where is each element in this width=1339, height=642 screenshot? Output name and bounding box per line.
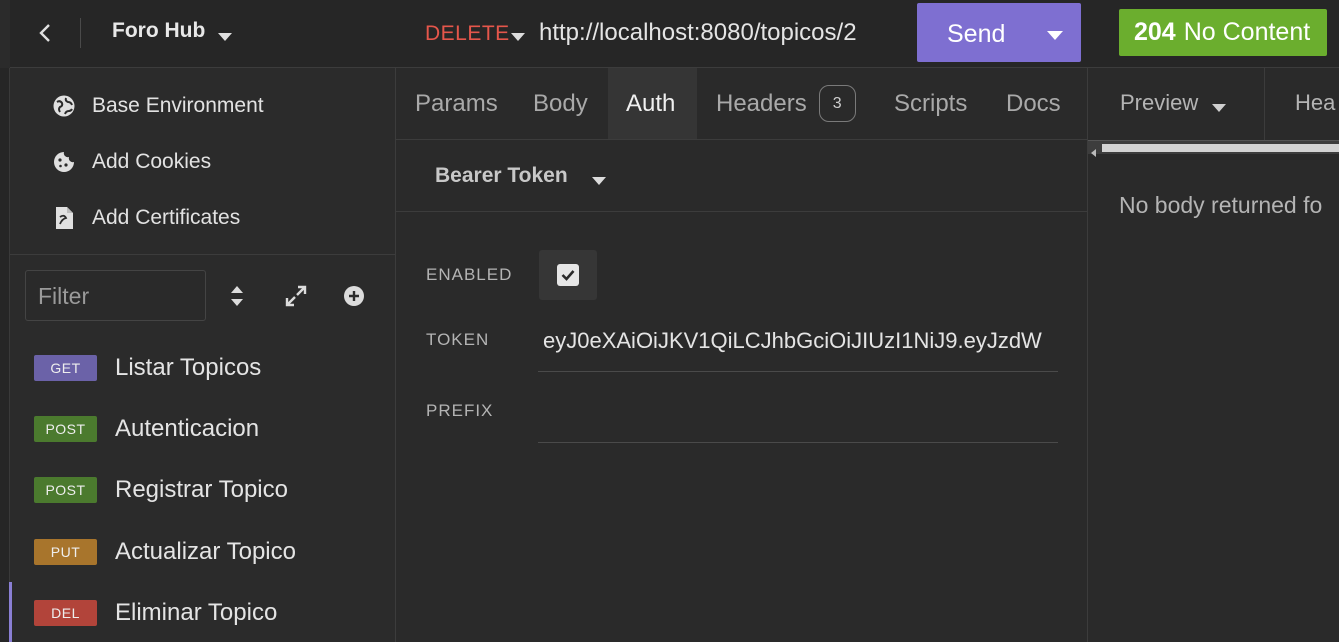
chevron-down-icon[interactable] (511, 29, 525, 47)
status-bar: 204 No Content (1088, 0, 1339, 68)
base-environment-item[interactable]: Base Environment (52, 91, 382, 121)
prefix-label: PREFIX (426, 401, 494, 420)
response-tabs: Preview Hea (1088, 68, 1339, 140)
request-tabs: Params Body Auth Headers 3 Scripts Docs (396, 68, 1088, 140)
sort-icon[interactable] (222, 281, 252, 311)
tab-auth[interactable]: Auth (608, 68, 697, 139)
status-text: No Content (1183, 18, 1311, 46)
request-pane: DELETE http://localhost:8080/topicos/2 S… (396, 0, 1088, 642)
tab-label: Params (415, 89, 498, 117)
base-environment-label: Base Environment (92, 94, 264, 117)
send-label: Send (947, 20, 1006, 48)
request-item-listar-topicos[interactable]: GET Listar Topicos (10, 343, 396, 393)
add-request-icon[interactable] (339, 281, 369, 311)
token-underline (538, 371, 1058, 372)
chevron-down-icon[interactable] (1212, 100, 1226, 118)
headers-count-badge: 3 (818, 85, 856, 122)
method-badge: POST (34, 416, 97, 442)
auth-type-selector[interactable]: Bearer Token (435, 164, 568, 188)
cookie-icon (52, 150, 76, 174)
sidebar-left-strip (0, 68, 10, 642)
tab-label: Body (533, 89, 588, 117)
add-cookies-label: Add Cookies (92, 150, 212, 173)
tab-label: Headers (716, 89, 807, 117)
chevron-down-icon[interactable] (218, 29, 232, 47)
response-tab-divider (1264, 68, 1265, 140)
request-name: Registrar Topico (115, 476, 288, 503)
chevron-down-icon[interactable] (1047, 28, 1063, 46)
send-button[interactable]: Send (917, 3, 1081, 62)
request-name: Eliminar Topico (115, 599, 278, 626)
request-item-eliminar-topico[interactable]: DEL Eliminar Topico (10, 588, 396, 638)
tab-headers[interactable]: Headers 3 (716, 68, 856, 139)
tab-label: Docs (1006, 89, 1061, 117)
chevron-down-icon[interactable] (592, 173, 606, 191)
status-badge: 204 No Content (1119, 9, 1327, 56)
method-badge: POST (34, 477, 97, 503)
auth-type-row: Bearer Token (396, 140, 1088, 212)
tab-label: Scripts (894, 89, 968, 117)
add-certificates-label: Add Certificates (92, 206, 241, 229)
add-cookies-item[interactable]: Add Cookies (52, 147, 382, 177)
empty-body-message: No body returned fo (1119, 192, 1323, 218)
enabled-checkbox[interactable] (539, 250, 597, 300)
sidebar-header: Foro Hub (10, 0, 396, 68)
tab-response-headers[interactable]: Hea (1295, 90, 1335, 116)
status-code: 204 (1134, 18, 1176, 46)
token-label: TOKEN (426, 330, 490, 349)
prefix-underline (538, 442, 1058, 443)
tab-docs[interactable]: Docs (1006, 68, 1061, 139)
method-selector[interactable]: DELETE (425, 22, 510, 46)
url-bar: DELETE http://localhost:8080/topicos/2 S… (396, 0, 1088, 68)
tab-params[interactable]: Params (415, 68, 498, 139)
sidebar-separator (10, 254, 396, 255)
request-item-registrar-topico[interactable]: POST Registrar Topico (10, 465, 396, 515)
response-pane: 204 No Content Preview Hea No body retur… (1088, 0, 1339, 642)
request-name: Autenticacion (115, 415, 260, 442)
filter-input[interactable]: Filter (25, 270, 206, 321)
active-request-indicator (9, 582, 12, 642)
tab-scripts[interactable]: Scripts (894, 68, 967, 139)
check-icon (557, 264, 579, 286)
method-badge: PUT (34, 539, 97, 565)
request-item-autenticacion[interactable]: POST Autenticacion (10, 404, 396, 454)
horizontal-scrollbar[interactable] (1088, 140, 1339, 157)
certificate-icon (52, 206, 76, 230)
sidebar: Foro Hub Base Environment Add Cookies Ad… (0, 0, 396, 642)
chevron-left-icon[interactable] (30, 18, 60, 48)
workspace-title[interactable]: Foro Hub (112, 19, 205, 43)
expand-icon[interactable] (281, 281, 311, 311)
tab-preview[interactable]: Preview (1120, 90, 1198, 116)
url-input[interactable]: http://localhost:8080/topicos/2 (539, 19, 857, 47)
token-input[interactable]: eyJ0eXAiOiJKV1QiLCJhbGciOiJIUzI1NiJ9.eyJ… (543, 328, 1058, 354)
method-badge: GET (34, 355, 97, 381)
request-name: Listar Topicos (115, 354, 262, 381)
scroll-left-icon[interactable] (1090, 144, 1098, 162)
method-badge: DEL (34, 600, 97, 626)
prefix-input[interactable] (543, 398, 1058, 438)
request-item-actualizar-topico[interactable]: PUT Actualizar Topico (10, 527, 396, 577)
globe-icon (52, 94, 76, 118)
scrollbar-thumb[interactable] (1102, 144, 1339, 152)
enabled-label: ENABLED (426, 265, 513, 284)
add-certificates-item[interactable]: Add Certificates (52, 203, 382, 233)
tab-label: Auth (626, 89, 676, 117)
header-divider (80, 18, 81, 48)
tab-body[interactable]: Body (533, 68, 588, 139)
request-name: Actualizar Topico (115, 538, 296, 565)
